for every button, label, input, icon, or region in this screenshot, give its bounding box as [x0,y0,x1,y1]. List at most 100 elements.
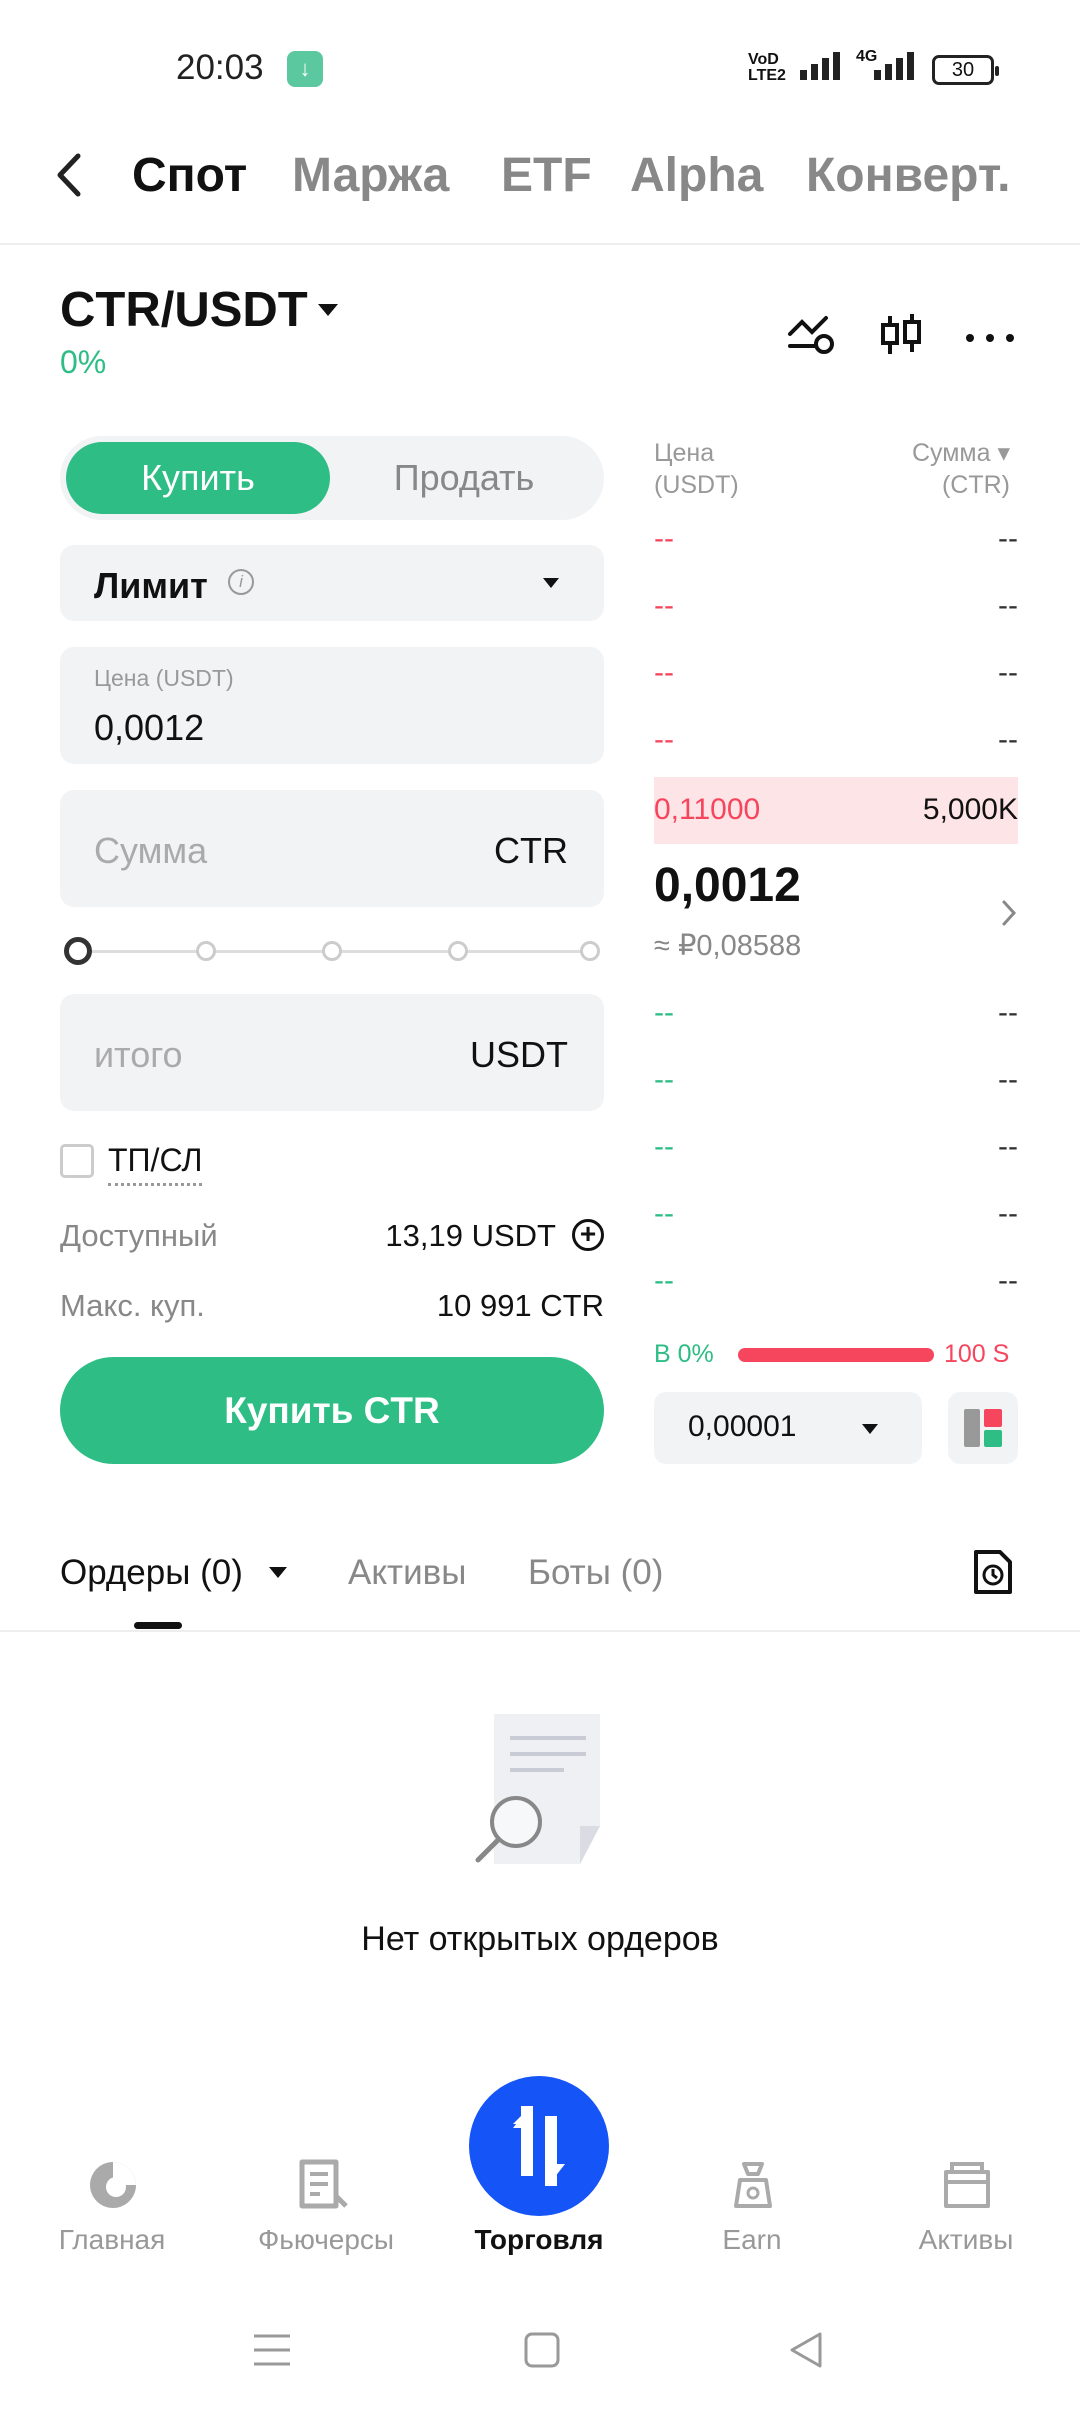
home-nav-icon[interactable] [522,2330,562,2370]
ask-row[interactable]: -- -- [654,642,1018,709]
bid-row[interactable]: -- -- [654,1183,1018,1250]
chevron-right-icon[interactable] [998,898,1020,928]
amount-unit: CTR [494,830,568,871]
tab-etf[interactable]: ETF [501,148,592,203]
bid-amount: -- [998,1264,1018,1297]
nav-assets[interactable]: Активы [866,2224,1066,2256]
info-icon[interactable]: i [228,569,254,595]
add-funds-icon[interactable]: + [572,1219,604,1251]
order-type-label: Лимит [94,565,208,606]
max-buy-value: 10 991 CTR [436,1288,604,1323]
pair-dropdown-icon[interactable] [318,304,338,316]
tab-assets[interactable]: Активы [348,1553,466,1593]
last-price-fiat: ≈ ₽0,08588 [654,930,802,962]
tab-bots[interactable]: Боты (0) [528,1553,663,1593]
download-icon: ↓ [287,51,323,87]
tab-spot[interactable]: Спот [132,148,247,203]
ask-price: -- [654,589,674,622]
bid-row[interactable]: -- -- [654,1049,1018,1116]
tab-orders[interactable]: Ордеры (0) [60,1553,243,1593]
nav-futures[interactable]: Фьючерсы [226,2224,426,2256]
wallet-icon[interactable] [940,2158,994,2212]
chevron-down-icon [543,578,559,588]
earn-icon[interactable] [726,2158,780,2212]
ask-price: -- [654,656,674,689]
amount-field[interactable]: Сумма CTR [60,790,604,907]
best-ask-price: 0,11000 [654,793,761,826]
candlestick-chart-icon[interactable] [878,312,924,358]
price-field-label: Цена (USDT) [94,665,234,691]
ask-price: -- [654,723,674,756]
buy-sell-toggle: Купить Продать [60,436,604,520]
tab-margin[interactable]: Маржа [292,148,449,203]
precision-select[interactable]: 0,00001 [654,1392,922,1464]
divider [0,1630,1080,1632]
futures-icon[interactable] [296,2158,350,2212]
chevron-down-icon [862,1424,878,1434]
menu-nav-icon[interactable] [252,2330,292,2370]
sell-tab[interactable]: Продать [330,442,598,514]
more-options-icon[interactable] [962,312,1018,356]
slider-step-75[interactable] [448,941,468,961]
last-price[interactable]: 0,0012 [654,858,801,913]
nav-earn[interactable]: Earn [652,2224,852,2256]
order-history-icon[interactable] [972,1548,1014,1596]
volte-icon: VoD LTE2 [748,51,786,84]
bid-row[interactable]: -- -- [654,982,1018,1049]
orderbook-price-header: Цена (USDT) [654,439,739,499]
home-icon[interactable] [86,2158,140,2212]
order-type-select[interactable]: Лимит i [60,545,604,621]
available-label: Доступный [60,1218,218,1253]
price-input[interactable]: 0,0012 [94,707,204,749]
nav-trade[interactable]: Торговля [439,2224,639,2256]
ask-row[interactable]: -- -- [654,575,1018,642]
orderbook-amount-header[interactable]: Сумма ▾ (CTR) [900,437,1010,501]
tab-convert[interactable]: Конверт. [806,148,1011,203]
tpsl-label[interactable]: ТП/СЛ [108,1142,203,1186]
ask-row[interactable]: -- -- [654,508,1018,575]
nav-home[interactable]: Главная [12,2224,212,2256]
buy-tab[interactable]: Купить [66,442,330,514]
bid-row[interactable]: -- -- [654,1250,1018,1317]
status-time: 20:03 [176,48,264,87]
best-ask-amount: 5,000K [922,793,1018,826]
tab-alpha[interactable]: Alpha [630,148,763,203]
battery-icon: 30 [932,55,999,85]
back-arrow-icon[interactable] [50,150,90,200]
ask-amount: -- [998,723,1018,756]
sell-ratio: 100 S [944,1340,1010,1368]
ask-amount: -- [998,522,1018,555]
trade-fab-button[interactable] [469,2076,609,2216]
bid-row[interactable]: -- -- [654,1116,1018,1183]
active-tab-indicator [134,1622,182,1629]
slider-step-50[interactable] [322,941,342,961]
signal-icon [800,52,844,80]
best-ask-row[interactable]: 0,11000 5,000K [654,777,1018,844]
price-alert-icon[interactable] [786,312,836,356]
bid-amount: -- [998,1130,1018,1163]
buy-submit-button[interactable]: Купить CTR [60,1357,604,1464]
available-value: 13,19 USDT [385,1218,556,1253]
total-input[interactable]: итого [94,1034,183,1076]
bid-amount: -- [998,1197,1018,1230]
back-nav-icon[interactable] [786,2330,826,2370]
slider-step-100[interactable] [580,941,600,961]
precision-value: 0,00001 [688,1410,797,1443]
bid-price: -- [654,1264,674,1297]
buy-sell-ratio-bar [738,1348,934,1362]
price-field[interactable]: Цена (USDT) 0,0012 [60,647,604,764]
slider-handle[interactable] [64,937,92,965]
slider-step-25[interactable] [196,941,216,961]
total-field[interactable]: итого USDT [60,994,604,1111]
chevron-down-icon[interactable] [269,1567,287,1578]
ask-amount: -- [998,589,1018,622]
bid-amount: -- [998,996,1018,1029]
tpsl-checkbox[interactable] [60,1144,94,1178]
orderbook-layout-icon [964,1409,1002,1447]
bid-price: -- [654,996,674,1029]
ask-row[interactable]: -- -- [654,709,1018,776]
amount-input[interactable]: Сумма [94,830,207,872]
orderbook-layout-button[interactable] [948,1392,1018,1464]
pair-selector[interactable]: CTR/USDT [60,282,308,338]
bid-price: -- [654,1130,674,1163]
